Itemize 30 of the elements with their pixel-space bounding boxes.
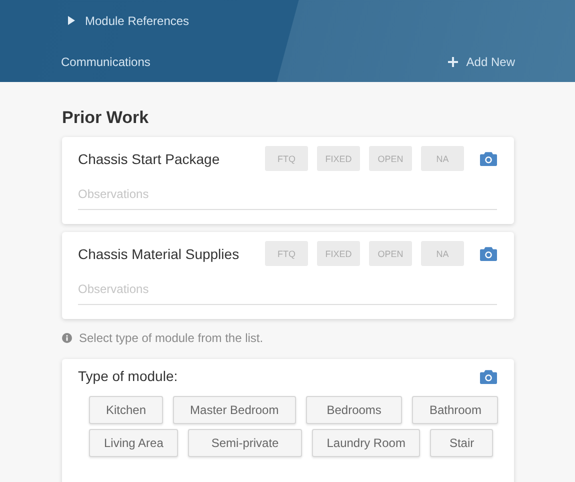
- camera-icon[interactable]: [480, 246, 497, 261]
- module-type-button[interactable]: Bedrooms: [306, 396, 402, 424]
- status-button[interactable]: FIXED: [317, 146, 360, 171]
- module-type-button[interactable]: Laundry Room: [312, 429, 420, 457]
- hint-text: Select type of module from the list.: [79, 331, 264, 345]
- add-new-button[interactable]: Add New: [448, 54, 515, 68]
- work-item-title: Chassis Start Package: [78, 150, 221, 166]
- module-type-button[interactable]: Master Bedroom: [173, 396, 296, 424]
- section-title: Prior Work: [62, 108, 150, 128]
- status-button[interactable]: NA: [421, 241, 464, 266]
- module-type-button[interactable]: Kitchen: [89, 396, 164, 424]
- nav-item[interactable]: Communications: [61, 54, 150, 68]
- camera-icon[interactable]: [480, 151, 497, 166]
- module-type-button[interactable]: Stair: [430, 429, 494, 457]
- status-button[interactable]: FTQ: [265, 146, 308, 171]
- nav-item[interactable]: Module References: [68, 14, 190, 28]
- status-button[interactable]: NA: [421, 146, 464, 171]
- status-button[interactable]: OPEN: [369, 241, 412, 266]
- status-button[interactable]: OPEN: [369, 146, 412, 171]
- plus-icon: [448, 56, 458, 66]
- info-icon: [62, 333, 72, 343]
- camera-icon[interactable]: [480, 368, 497, 384]
- module-type-button[interactable]: Bathroom: [412, 396, 498, 424]
- module-type-title: Type of module:: [78, 368, 179, 384]
- module-type-button[interactable]: Semi-private: [188, 429, 302, 457]
- status-button[interactable]: FIXED: [317, 241, 360, 266]
- caret-icon: [68, 16, 75, 25]
- work-item-title: Chassis Material Supplies: [78, 246, 240, 262]
- status-button[interactable]: FTQ: [265, 241, 308, 266]
- module-type-button[interactable]: Living Area: [89, 429, 178, 457]
